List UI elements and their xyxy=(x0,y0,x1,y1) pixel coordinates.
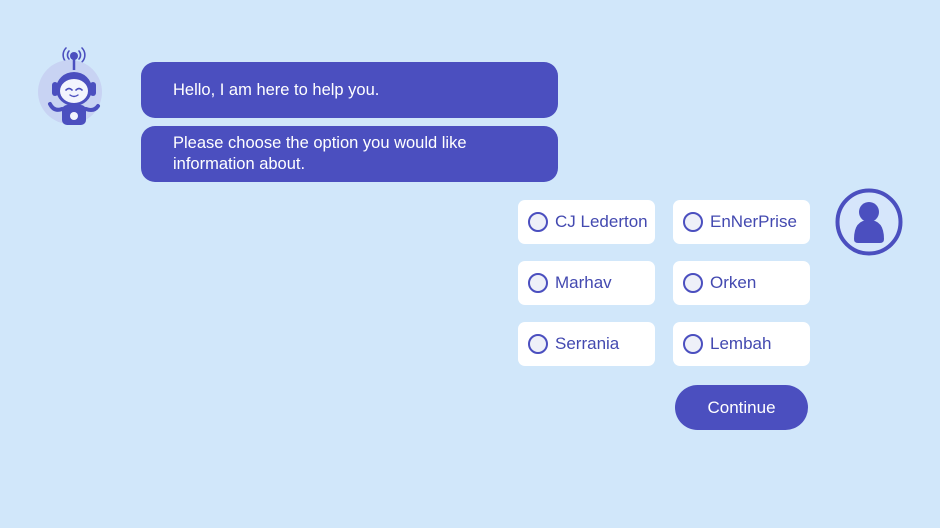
radio-button[interactable] xyxy=(528,273,548,293)
radio-button[interactable] xyxy=(683,273,703,293)
robot-icon xyxy=(38,47,102,125)
option-label: Marhav xyxy=(555,273,612,292)
option-label: Lembah xyxy=(710,334,772,353)
option-orken[interactable]: Orken xyxy=(673,261,810,305)
option-label: Orken xyxy=(710,273,757,292)
user-icon xyxy=(835,188,903,256)
message-text: Hello, I am here to help you. xyxy=(173,80,380,99)
bot-message-greeting: Hello, I am here to help you. xyxy=(141,62,558,118)
option-lembah[interactable]: Lembah xyxy=(673,322,810,366)
option-ennerprise[interactable]: EnNerPrise xyxy=(673,200,810,244)
option-label: Serrania xyxy=(555,334,620,353)
radio-button[interactable] xyxy=(683,334,703,354)
message-text: Please choose the option you would like … xyxy=(173,134,467,173)
option-serrania[interactable]: Serrania xyxy=(518,322,655,366)
radio-button[interactable] xyxy=(528,334,548,354)
option-label: EnNerPrise xyxy=(710,212,797,231)
user-avatar xyxy=(835,188,903,256)
option-marhav[interactable]: Marhav xyxy=(518,261,655,305)
continue-button[interactable]: Continue xyxy=(675,385,808,430)
bot-avatar xyxy=(36,44,108,132)
radio-button[interactable] xyxy=(683,212,703,232)
option-label: CJ Lederton xyxy=(555,212,648,231)
radio-button[interactable] xyxy=(528,212,548,232)
option-cj-lederton[interactable]: CJ Lederton xyxy=(518,200,655,244)
bot-message-prompt: Please choose the option you would like … xyxy=(141,126,558,182)
